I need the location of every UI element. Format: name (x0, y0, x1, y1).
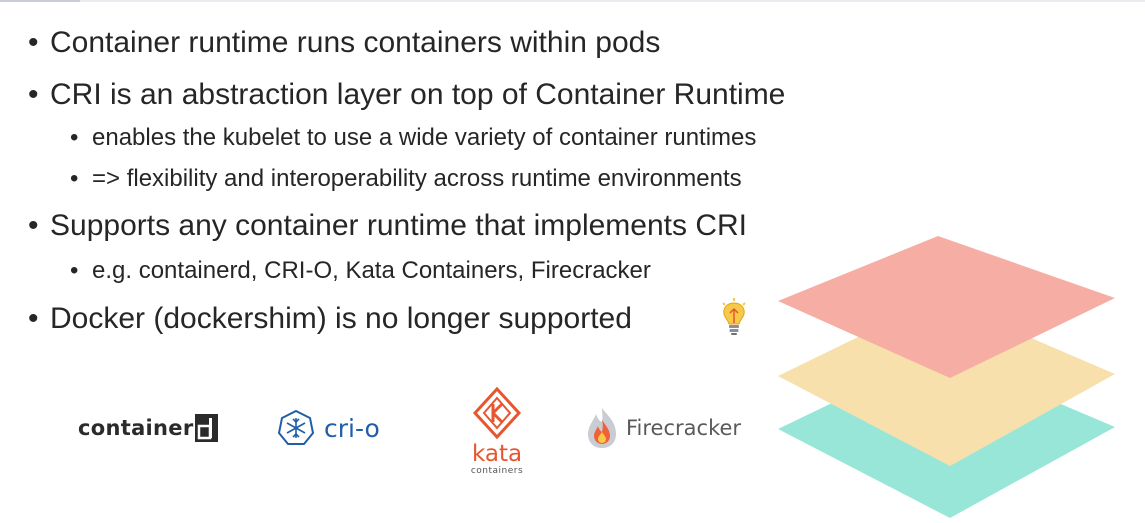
firecracker-wordmark: Firecracker (626, 416, 742, 440)
bullet-item: • Container runtime runs containers withi… (28, 26, 660, 60)
bullet-dot: • (70, 165, 79, 192)
firecracker-logo: Firecracker (586, 406, 741, 450)
bullet-item: • Docker (dockershim) is no longer suppor… (28, 302, 632, 336)
bullet-text: e.g. containerd, CRI-O, Kata Containers,… (92, 257, 651, 284)
crio-logo: cri-o (276, 408, 380, 448)
kata-subtitle: containers (470, 466, 524, 476)
lightbulb-icon (722, 298, 746, 335)
sub-bullet-item: • enables the kubelet to use a wide varie… (70, 124, 756, 152)
bullet-text: => flexibility and interoperability acro… (92, 165, 742, 192)
bullet-item: • Supports any container runtime that imp… (28, 209, 747, 243)
top-divider (0, 0, 1145, 2)
containerd-logo: container (78, 410, 219, 446)
stacked-layers-illustration (778, 236, 1115, 518)
bullet-dot: • (70, 124, 79, 151)
firecracker-flame-icon (588, 408, 616, 448)
bullet-text: enables the kubelet to use a wide variet… (92, 124, 757, 151)
crio-wordmark: cri-o (324, 413, 380, 443)
containerd-box-mark (195, 414, 219, 442)
bullet-dot: • (70, 257, 79, 284)
containerd-wordmark: container (78, 416, 194, 440)
sub-bullet-item: • e.g. containerd, CRI-O, Kata Containers… (70, 257, 651, 285)
bullet-text: CRI is an abstraction layer on top of Co… (50, 78, 786, 111)
bullet-text: Docker (dockershim) is no longer support… (50, 302, 632, 335)
bullet-dot: • (28, 26, 39, 59)
bullet-item: • CRI is an abstraction layer on top of C… (28, 78, 785, 112)
kata-logo: kata containers (462, 385, 532, 480)
crio-heptagon-icon (277, 409, 315, 445)
bullet-dot: • (28, 78, 39, 111)
bullet-text: Supports any container runtime that impl… (50, 209, 747, 242)
kata-diamond-icon (472, 386, 522, 440)
containerd-d-mark (198, 418, 213, 440)
kata-wordmark: kata (471, 441, 523, 467)
bullet-text: Container runtime runs containers within… (50, 26, 661, 59)
bullet-dot: • (28, 209, 39, 242)
bullet-dot: • (28, 302, 39, 335)
top-divider-accent (0, 0, 80, 2)
sub-bullet-item: • => flexibility and interoperability acr… (70, 165, 742, 193)
